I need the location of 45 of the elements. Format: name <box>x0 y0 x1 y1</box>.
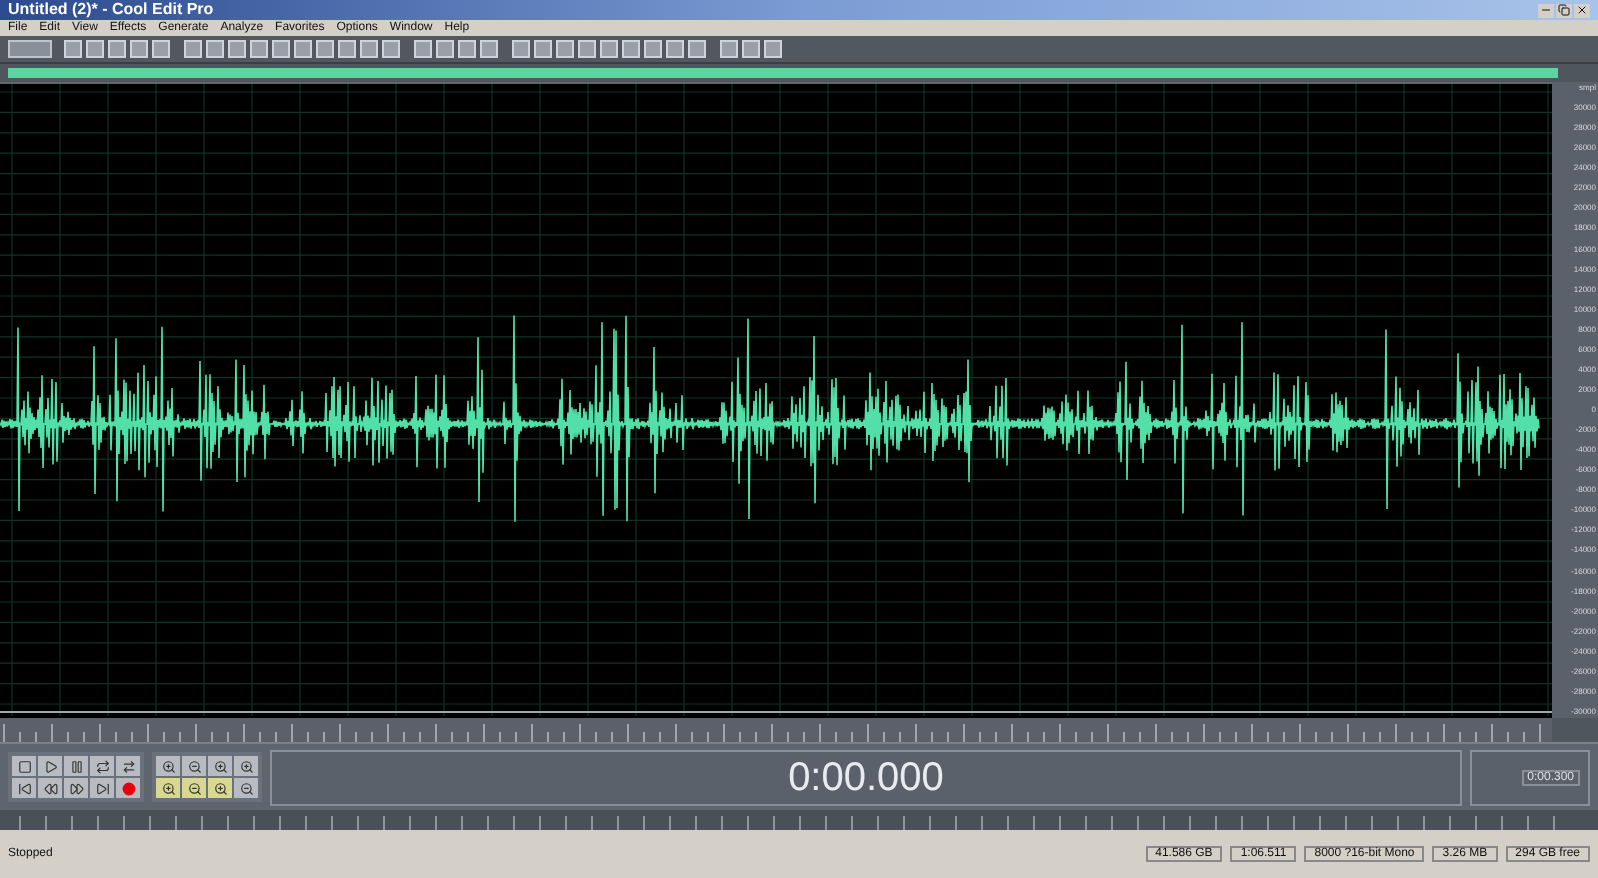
loop-button[interactable] <box>90 756 114 776</box>
zoom-in-icon <box>213 781 227 795</box>
play-button[interactable] <box>38 756 62 776</box>
zoom-button[interactable] <box>208 756 232 776</box>
loop-icon <box>95 759 109 773</box>
skip-forward-icon <box>95 781 109 795</box>
minimize-icon <box>1540 4 1552 16</box>
go-to-end-button[interactable] <box>90 778 114 798</box>
zoom-button[interactable] <box>234 778 258 798</box>
fast-forward-icon <box>69 781 83 795</box>
zoom-in-icon <box>161 759 175 773</box>
zoom-in-icon <box>239 759 253 773</box>
pause-button[interactable] <box>64 756 88 776</box>
zoom-out-icon <box>239 781 253 795</box>
zoom-button[interactable] <box>234 756 258 776</box>
mode-toggle-button[interactable] <box>8 40 52 58</box>
fast-forward-button[interactable] <box>64 778 88 798</box>
stop-button[interactable] <box>12 756 36 776</box>
skip-back-icon <box>17 781 31 795</box>
zoom-button[interactable] <box>182 756 206 776</box>
time-display: 0:00.000 <box>788 757 944 797</box>
stop-icon <box>17 759 31 773</box>
rewind-button[interactable] <box>38 778 62 798</box>
play-to-end-button[interactable] <box>116 756 140 776</box>
close-icon <box>1576 4 1588 16</box>
play-icon <box>43 759 57 773</box>
zoom-button[interactable] <box>182 778 206 798</box>
pause-icon <box>69 759 83 773</box>
restore-button[interactable] <box>1556 3 1572 17</box>
waveform-display[interactable] <box>0 82 1552 718</box>
arrows-icon <box>121 759 135 773</box>
close-button[interactable] <box>1574 3 1590 17</box>
go-to-start-button[interactable] <box>12 778 36 798</box>
zoom-out-icon <box>187 781 201 795</box>
zoom-in-icon <box>161 781 175 795</box>
zoom-out-icon <box>187 759 201 773</box>
window-title: Untitled (2)* - Cool Edit Pro <box>8 2 214 18</box>
rewind-icon <box>43 781 57 795</box>
minimize-button[interactable] <box>1538 3 1554 17</box>
zoom-button[interactable] <box>156 778 180 798</box>
zoom-in-icon <box>213 759 227 773</box>
record-icon <box>121 781 135 795</box>
zoom-button[interactable] <box>156 756 180 776</box>
zoom-button[interactable] <box>208 778 232 798</box>
restore-icon <box>1558 4 1570 16</box>
